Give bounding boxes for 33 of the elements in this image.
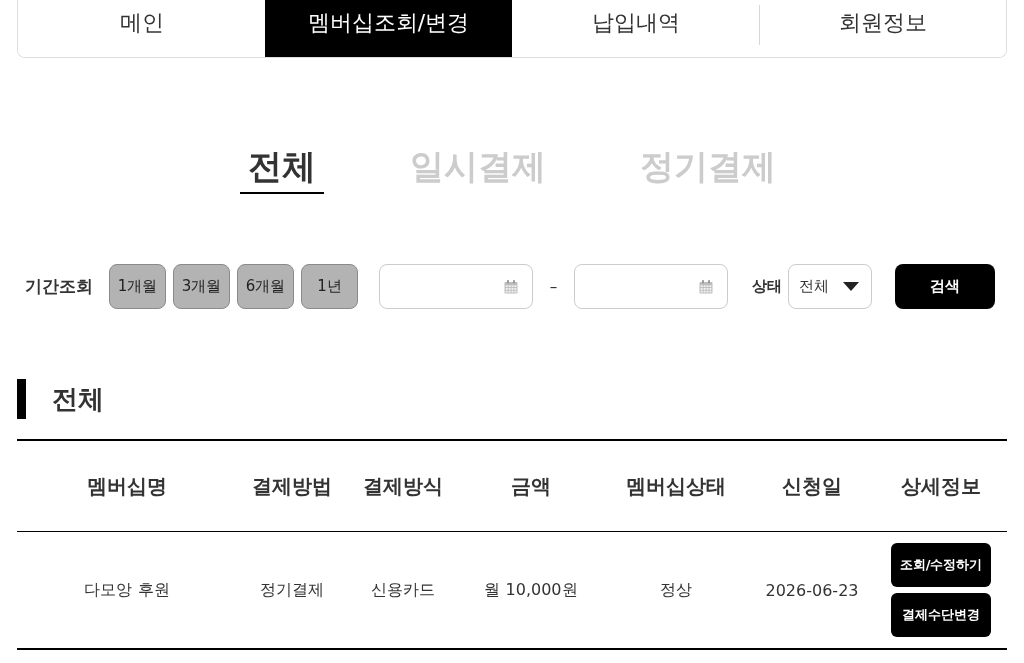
table-cell-text: 정상	[659, 579, 693, 601]
calendar-icon	[699, 279, 713, 294]
table-cell-text: 신용카드	[370, 579, 436, 601]
column-header: 상세정보	[900, 472, 982, 500]
column-header: 멤버십명	[86, 472, 168, 500]
nav-tab[interactable]: 멤버십조회/변경	[265, 0, 512, 57]
action-button[interactable]: 조회/수정하기	[891, 543, 991, 587]
start-date-field[interactable]	[379, 264, 533, 309]
filter-tab[interactable]: 전체	[240, 146, 324, 194]
status-select[interactable]: 전체	[788, 264, 872, 309]
column-header: 멤버십상태	[625, 472, 727, 500]
section-title: 전체	[52, 382, 104, 416]
column-header: 금액	[510, 472, 552, 500]
period-button[interactable]: 3개월	[173, 264, 230, 309]
period-button[interactable]: 6개월	[237, 264, 294, 309]
period-button[interactable]: 1개월	[109, 264, 166, 309]
table-cell-text: 2026-06-23	[764, 580, 860, 600]
column-header: 결제방식	[362, 472, 444, 500]
caret-icon	[843, 282, 859, 291]
title-marker	[17, 379, 26, 419]
end-date-field[interactable]	[574, 264, 728, 309]
column-header: 신청일	[781, 472, 843, 500]
status-label: 상태	[752, 277, 782, 296]
range-separator: –	[548, 277, 559, 296]
period-label: 기간조회	[25, 275, 93, 298]
table-cell-text: 정기결제	[259, 579, 325, 601]
search-button[interactable]: 검색	[895, 264, 995, 309]
period-button[interactable]: 1년	[301, 264, 358, 309]
table-cell-text: 월 10,000원	[483, 579, 579, 601]
calendar-icon	[504, 279, 518, 294]
action-button[interactable]: 결제수단변경	[891, 593, 991, 637]
table-cell-text: 다모앙 후원	[83, 579, 171, 601]
column-header: 결제방법	[251, 472, 333, 500]
